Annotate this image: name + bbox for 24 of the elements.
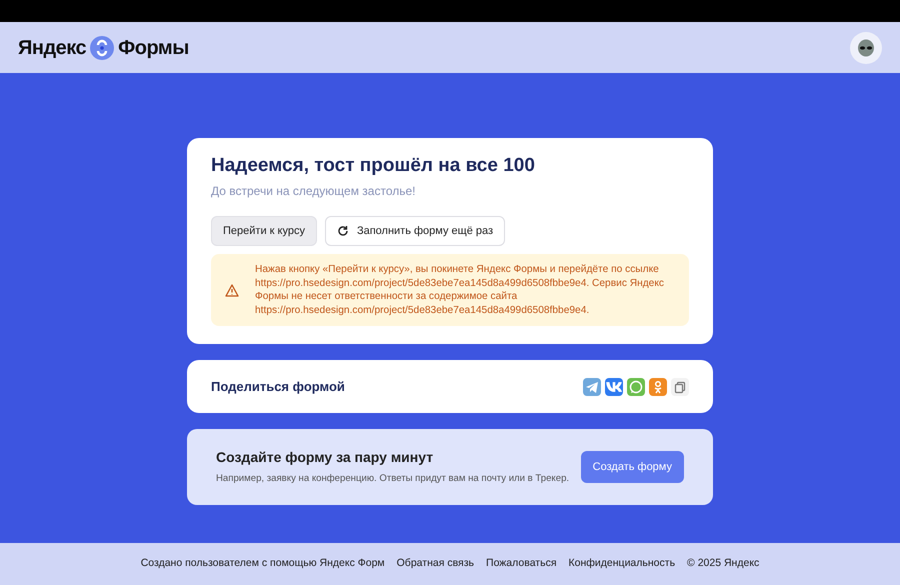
telegram-share-button[interactable] [583,378,601,396]
footer-link[interactable]: Обратная связь [396,556,474,572]
warning-icon [225,284,239,297]
promo-title: Создайте форму за пару минут [216,448,434,468]
result-subtitle: До встречи на следующем застолье! [211,182,416,200]
footer-link[interactable]: Конфиденциальность [568,556,676,572]
vk-share-button[interactable] [605,378,623,396]
warning-text: Нажав кнопку «Перейти к курсу», вы покинете Яндекс Формы и перейдёте по ссылке https://pro.hsedesign.com/project/5de83ebe7ea145d8a499d6508fbbe9e4. Сервис Яндекс Формы не несет ответственности за содержимое сайта https://pro.hsedesign.com/project/5de83ebe7ea145d8a499d6508fbbe9e4. [255,263,665,318]
refresh-icon [336,225,349,238]
person-share-button[interactable] [649,378,667,396]
go-to-course-button[interactable]: Перейти к курсу [211,216,317,246]
promo-text: Например, заявку на конференцию. Ответы придут вам на почту или в Трекер. [216,472,570,486]
footer-link[interactable]: Создано пользователем с помощью Яндекс Форм [140,556,385,572]
create-form-button[interactable]: Создать форму [580,450,684,484]
refill-button[interactable]: Заполнить форму ещё раз [324,216,506,246]
logo-icon [90,36,114,60]
footer-link[interactable]: © 2025 Яндекс [687,556,760,572]
avatar-icon[interactable] [850,32,882,64]
brand-name: Яндекс [18,36,86,60]
copy-share-button[interactable] [671,378,689,396]
result-title: Надеемся, тост прошёл на все 100 [211,155,536,178]
brand-name: Формы [118,36,189,60]
share-title: Поделиться формой [211,378,345,396]
footer-link[interactable]: Пожаловаться [486,556,557,572]
